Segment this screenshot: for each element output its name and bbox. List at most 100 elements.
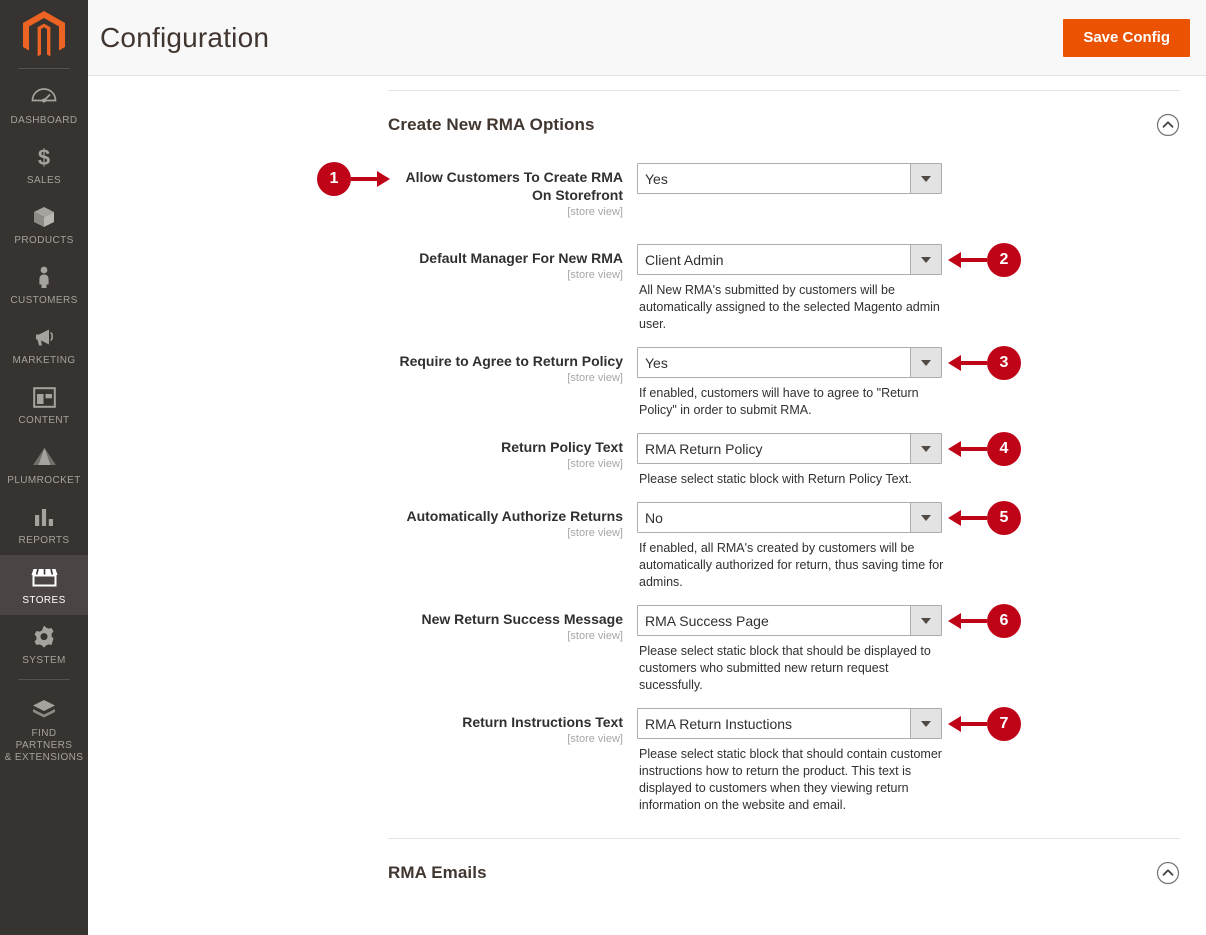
config-field-row: Require to Agree to Return Policy [store … <box>388 347 1180 419</box>
sidebar-item-dashboard[interactable]: DASHBOARD <box>0 75 88 135</box>
config-field-control-col: Yes <box>637 163 1180 194</box>
select-value: Yes <box>645 170 668 187</box>
config-field-control-col: RMA Return Policy Please select static bl… <box>637 433 1180 488</box>
sidebar-item-label: MARKETING <box>12 355 76 366</box>
chevron-down-icon[interactable] <box>910 164 941 193</box>
select-automatically-authorize-returns[interactable]: No <box>637 502 942 533</box>
select-new-return-success-message[interactable]: RMA Success Page <box>637 605 942 636</box>
plumrocket-triangle-icon <box>2 444 86 470</box>
chevron-up-circle-icon[interactable] <box>1156 861 1180 885</box>
config-field-row: Allow Customers To Create RMA On Storefr… <box>388 163 1180 220</box>
sidebar-item-label: CUSTOMERS <box>10 295 78 306</box>
config-field-label: Return Policy Text <box>501 439 623 455</box>
section-title: Create New RMA Options <box>388 115 595 134</box>
select-value: RMA Return Instuctions <box>645 715 793 732</box>
config-field-label-col: Allow Customers To Create RMA On Storefr… <box>388 163 637 220</box>
config-field-scope: [store view] <box>567 527 623 539</box>
config-field-label: Default Manager For New RMA <box>419 250 623 266</box>
admin-sidebar: DASHBOARD $ SALES PRODUCTS CUSTOMERS MARKETIN… <box>0 0 88 935</box>
config-field-row: Return Policy Text [store view] RMA Return… <box>388 433 1180 488</box>
config-field-row: Automatically Authorize Returns [store vi… <box>388 502 1180 591</box>
select-value: Yes <box>645 354 668 371</box>
section-header-rma-emails[interactable]: RMA Emails <box>388 839 1180 891</box>
magento-logo[interactable] <box>0 0 88 68</box>
sidebar-item-content[interactable]: CONTENT <box>0 375 88 435</box>
section-title: RMA Emails <box>388 863 487 882</box>
config-field-label: Return Instructions Text <box>462 714 623 730</box>
chevron-down-icon[interactable] <box>910 709 941 738</box>
sidebar-item-label: REPORTS <box>18 535 70 546</box>
marketing-megaphone-icon <box>2 324 86 350</box>
chevron-down-icon[interactable] <box>910 606 941 635</box>
config-field-control-col: Client Admin All New RMA's submitted by c… <box>637 244 1180 333</box>
config-field-hint: Please select static block that should b… <box>639 644 931 692</box>
config-field-control-col: RMA Return Instuctions Please select stat… <box>637 708 1180 814</box>
save-config-button[interactable]: Save Config <box>1063 18 1190 57</box>
customers-person-icon <box>2 264 86 290</box>
config-field-label-col: Return Instructions Text [store view] <box>388 708 637 747</box>
config-field-control-col: No If enabled, all RMA's created by custo… <box>637 502 1180 591</box>
select-default-manager-for-new-rma[interactable]: Client Admin <box>637 244 942 275</box>
chevron-up-circle-icon[interactable] <box>1156 113 1180 137</box>
chevron-down-icon[interactable] <box>910 348 941 377</box>
config-field-label-col: Automatically Authorize Returns [store vi… <box>388 502 637 541</box>
config-fieldset-wrap: Create New RMA Options Allow Customers T… <box>388 90 1180 891</box>
config-field-row: Default Manager For New RMA [store view] C… <box>388 244 1180 333</box>
content-layout-icon <box>2 384 86 410</box>
config-field-hint: If enabled, customers will have to agree… <box>639 386 919 417</box>
config-field-control-col: Yes If enabled, customers will have to ag… <box>637 347 1180 419</box>
select-require-to-agree-to-return-policy[interactable]: Yes <box>637 347 942 378</box>
config-content: Create New RMA Options Allow Customers T… <box>88 90 1206 891</box>
select-value: RMA Return Policy <box>645 440 763 457</box>
config-field-scope: [store view] <box>567 269 623 281</box>
select-value: No <box>645 509 663 526</box>
select-return-policy-text[interactable]: RMA Return Policy <box>637 433 942 464</box>
config-field-hint: If enabled, all RMA's created by custome… <box>639 541 944 589</box>
admin-page: DASHBOARD $ SALES PRODUCTS CUSTOMERS MARKETIN… <box>0 0 1206 935</box>
sidebar-item-label: SYSTEM <box>22 655 66 666</box>
dashboard-icon <box>2 84 86 110</box>
extensions-block-icon <box>2 697 86 723</box>
page-title: Configuration <box>100 21 270 53</box>
sidebar-item-system[interactable]: SYSTEM <box>0 615 88 675</box>
config-fields: Allow Customers To Create RMA On Storefr… <box>388 143 1180 814</box>
config-field-row: Return Instructions Text [store view] RMA … <box>388 708 1180 814</box>
stores-shop-icon <box>2 564 86 590</box>
select-allow-customers-to-create-rma-on-storefront[interactable]: Yes <box>637 163 942 194</box>
sidebar-item-find-partners-extensions[interactable]: FIND PARTNERS & EXTENSIONS <box>0 688 88 772</box>
main-area: Configuration Save Config Create New RMA… <box>88 0 1206 935</box>
sidebar-item-label: SALES <box>26 175 62 186</box>
sidebar-item-label: PRODUCTS <box>14 235 74 246</box>
sidebar-item-products[interactable]: PRODUCTS <box>0 195 88 255</box>
sidebar-item-plumrocket[interactable]: PLUMROCKET <box>0 435 88 495</box>
chevron-down-icon[interactable] <box>910 434 941 463</box>
chevron-down-icon[interactable] <box>910 245 941 274</box>
select-value: RMA Success Page <box>645 612 769 629</box>
sales-dollar-icon: $ <box>2 144 86 170</box>
config-field-label: Automatically Authorize Returns <box>406 508 623 524</box>
config-field-row: New Return Success Message [store view] RM… <box>388 605 1180 694</box>
config-field-control-col: RMA Success Page Please select static blo… <box>637 605 1180 694</box>
sidebar-item-label: DASHBOARD <box>10 115 78 126</box>
config-field-label: New Return Success Message <box>421 611 623 627</box>
config-field-hint: All New RMA's submitted by customers wil… <box>639 283 940 331</box>
config-field-label-col: Require to Agree to Return Policy [store … <box>388 347 637 386</box>
sidebar-item-sales[interactable]: $ SALES <box>0 135 88 195</box>
sidebar-divider-top <box>18 68 70 69</box>
config-field-scope: [store view] <box>567 630 623 642</box>
sidebar-item-stores[interactable]: STORES <box>0 555 88 615</box>
config-field-scope: [store view] <box>567 733 623 745</box>
config-field-label: Require to Agree to Return Policy <box>399 353 623 369</box>
svg-text:$: $ <box>38 145 50 170</box>
config-field-scope: [store view] <box>567 206 623 218</box>
select-return-instructions-text[interactable]: RMA Return Instuctions <box>637 708 942 739</box>
config-field-label-col: Return Policy Text [store view] <box>388 433 637 472</box>
section-header-create-new-rma-options[interactable]: Create New RMA Options <box>388 91 1180 143</box>
chevron-down-icon[interactable] <box>910 503 941 532</box>
config-field-label-col: Default Manager For New RMA [store view] <box>388 244 637 283</box>
sidebar-item-reports[interactable]: REPORTS <box>0 495 88 555</box>
sidebar-item-customers[interactable]: CUSTOMERS <box>0 255 88 315</box>
sidebar-item-marketing[interactable]: MARKETING <box>0 315 88 375</box>
sidebar-divider-bottom <box>18 679 70 680</box>
config-field-hint: Please select static block with Return P… <box>639 472 912 486</box>
